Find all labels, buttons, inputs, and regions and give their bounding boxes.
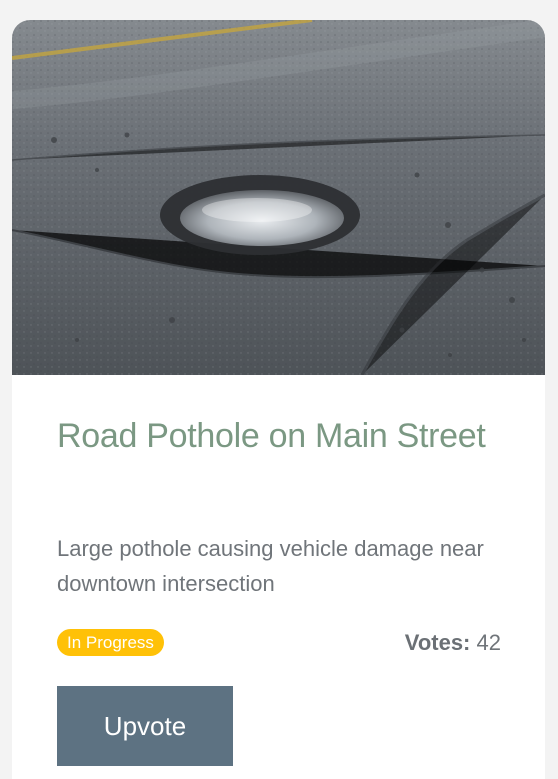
upvote-button[interactable]: Upvote <box>57 686 233 766</box>
issue-content: Road Pothole on Main Street Large pothol… <box>57 415 517 766</box>
votes-count: Votes: 42 <box>405 627 501 659</box>
pothole-photo <box>12 20 545 375</box>
votes-value: 42 <box>476 630 501 655</box>
votes-label: Votes: <box>404 630 471 655</box>
issue-description: Large pothole causing vehicle damage nea… <box>57 536 484 596</box>
status-badge: In Progress <box>57 629 164 656</box>
issue-meta: In Progress Votes: 42 <box>57 627 501 659</box>
issue-card: Road Pothole on Main Street Large pothol… <box>12 20 545 779</box>
issue-title: Road Pothole on Main Street <box>57 417 486 455</box>
